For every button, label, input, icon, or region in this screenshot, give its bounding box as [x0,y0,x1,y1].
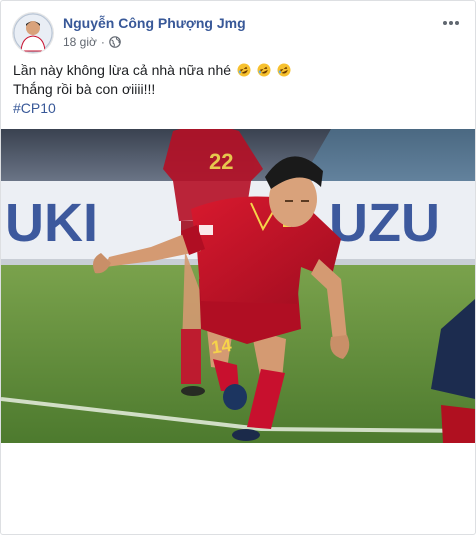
more-options-icon[interactable] [439,13,463,33]
post-timestamp[interactable]: 18 giờ [63,35,97,49]
shorts-number: 14 [210,335,233,358]
laughing-emoji-icon [277,63,291,77]
post-text-line-1: Lần này không lừa cả nhà nữa nhé [13,61,463,80]
globe-icon[interactable] [109,36,121,48]
laughing-emoji-icon [237,63,251,77]
football-player-photo: UKI UZU 22 14 [1,129,475,443]
post-text-line-1-text: Lần này không lừa cả nhà nữa nhé [13,62,232,78]
post-text-line-2: Thắng rồi bà con ơiiii!!! [13,81,156,97]
post-meta: 18 giờ · [63,35,121,49]
post-header: Nguyễn Công Phượng Jmg 18 giờ · [13,13,463,55]
post-body: Lần này không lừa cả nhà nữa nhé Thắng r… [13,61,463,118]
facebook-post: Nguyễn Công Phượng Jmg 18 giờ · Lần này … [0,0,476,535]
laughing-emoji-icon [257,63,271,77]
post-photo[interactable]: UKI UZU 22 14 [1,129,475,443]
author-avatar[interactable] [13,13,53,53]
avatar-image [13,13,53,53]
hashtag-link[interactable]: #CP10 [13,99,463,118]
ad-board-text-left: UKI [5,193,98,253]
ad-board-text-right: UZU [329,193,440,253]
meta-separator: · [100,35,105,49]
back-player-number: 22 [209,149,233,174]
author-name[interactable]: Nguyễn Công Phượng Jmg [63,15,246,31]
